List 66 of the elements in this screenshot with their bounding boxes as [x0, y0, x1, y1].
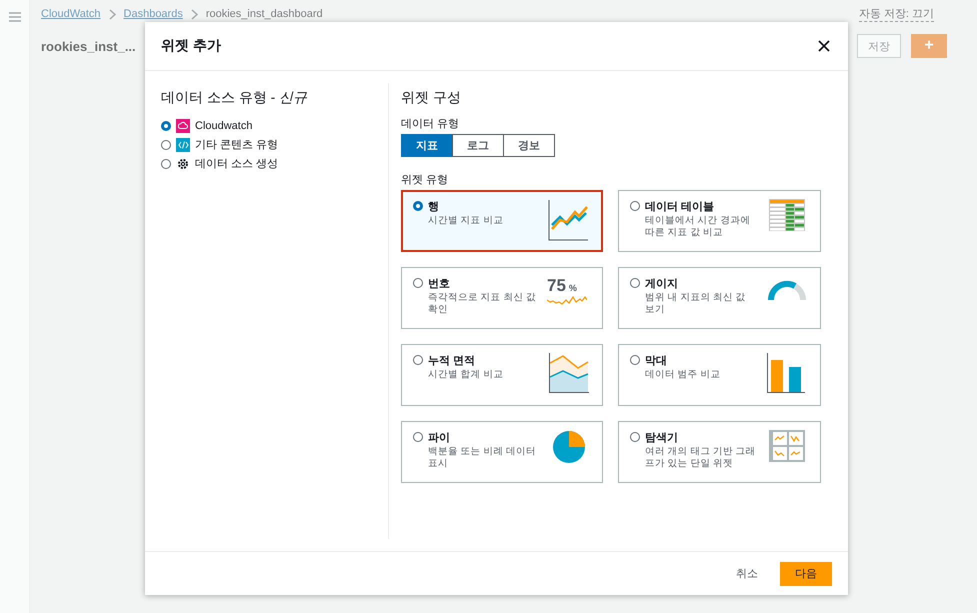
card-title: 막대	[645, 354, 668, 368]
radio-button[interactable]	[161, 140, 171, 150]
line-chart-icon	[548, 199, 590, 241]
radio-button[interactable]	[413, 201, 423, 211]
widget-type-card[interactable]: 번호 즉각적으로 지표 최신 값 확인 75 %	[401, 267, 603, 329]
field-label: 위젯 유형	[401, 173, 450, 187]
dialog-title: 위젯 추가	[161, 37, 221, 55]
radio-button[interactable]	[630, 355, 640, 365]
card-title: 탐색기	[645, 431, 679, 445]
settings-icon	[176, 156, 190, 170]
widget-type-card[interactable]: 누적 면적 시간별 합계 비교	[401, 344, 603, 406]
card-description: 테이블에서 시간 경과에 따른 지표 값 비교	[645, 215, 752, 239]
table-icon	[769, 199, 805, 231]
radio-button[interactable]	[413, 355, 423, 365]
cancel-button[interactable]: 취소	[726, 562, 768, 585]
card-description: 즉각적으로 지표 최신 값 확인	[428, 292, 537, 316]
widget-type-card[interactable]: 게이지 범위 내 지표의 최신 값 보기	[618, 267, 821, 329]
radio-button[interactable]	[630, 278, 640, 288]
option-label[interactable]: 데이터 소스 생성	[195, 156, 278, 171]
card-description: 범위 내 지표의 최신 값 보기	[645, 292, 747, 316]
widget-type-card[interactable]: 파이 백분율 또는 비례 데이터 표시	[401, 421, 603, 483]
sparkline-icon	[547, 296, 587, 306]
card-title: 행	[428, 200, 440, 214]
card-description: 백분율 또는 비례 데이터 표시	[428, 446, 537, 470]
widget-type-card[interactable]: 막대 데이터 범주 비교	[618, 344, 821, 406]
option-label[interactable]: 기타 콘텐츠 유형	[195, 137, 278, 152]
radio-button[interactable]	[161, 158, 171, 168]
widget-type-card[interactable]: 탐색기 여러 개의 태그 기반 그래프가 있는 단일 위젯	[618, 421, 821, 483]
radio-button[interactable]	[413, 432, 423, 442]
section-heading: 위젯 구성	[401, 89, 462, 107]
breadcrumb-link[interactable]: rookies_inst_dashboard	[206, 8, 323, 20]
card-description: 데이터 범주 비교	[645, 369, 722, 381]
card-description: 시간별 합계 비교	[428, 369, 504, 381]
chevron-icon	[190, 8, 198, 20]
card-description: 여러 개의 태그 기반 그래프가 있는 단일 위젯	[645, 446, 757, 470]
dashboard-title: rookies_inst_...	[41, 38, 136, 54]
card-title: 누적 면적	[428, 354, 476, 368]
card-title: 번호	[428, 277, 451, 291]
close-icon[interactable]	[816, 38, 832, 54]
radio-button[interactable]	[630, 201, 640, 211]
code-icon	[176, 138, 190, 152]
segment-tab[interactable]: 지표	[401, 134, 453, 157]
card-title: 파이	[428, 431, 451, 445]
segment-tab[interactable]: 로그	[452, 134, 504, 157]
card-title: 게이지	[645, 277, 679, 291]
segment-tab[interactable]: 경보	[503, 134, 555, 157]
card-description: 시간별 지표 비교	[428, 215, 504, 227]
area-chart-icon	[549, 353, 589, 393]
widget-type-card[interactable]: 데이터 테이블 테이블에서 시간 경과에 따른 지표 값 비교	[618, 190, 821, 252]
metric-value: 75	[547, 276, 566, 296]
radio-button[interactable]	[413, 278, 423, 288]
radio-button[interactable]	[161, 120, 171, 130]
explorer-grid-icon	[769, 430, 805, 462]
metric-unit: %	[568, 283, 577, 293]
card-title: 데이터 테이블	[645, 200, 716, 214]
pie-chart-icon	[552, 430, 586, 464]
next-button[interactable]: 다음	[780, 562, 832, 586]
autosave-toggle[interactable]: 자동 저장: 끄기	[858, 6, 934, 22]
chevron-icon	[108, 8, 116, 20]
field-label: 데이터 유형	[401, 117, 460, 131]
widget-type-card[interactable]: 행 시간별 지표 비교	[401, 190, 603, 252]
radio-button[interactable]	[630, 432, 640, 442]
section-heading: 데이터 소스 유형 - 신규	[161, 89, 308, 107]
option-label[interactable]: Cloudwatch	[195, 120, 252, 132]
bar-chart-icon	[767, 353, 807, 393]
cloud-icon	[176, 118, 190, 132]
